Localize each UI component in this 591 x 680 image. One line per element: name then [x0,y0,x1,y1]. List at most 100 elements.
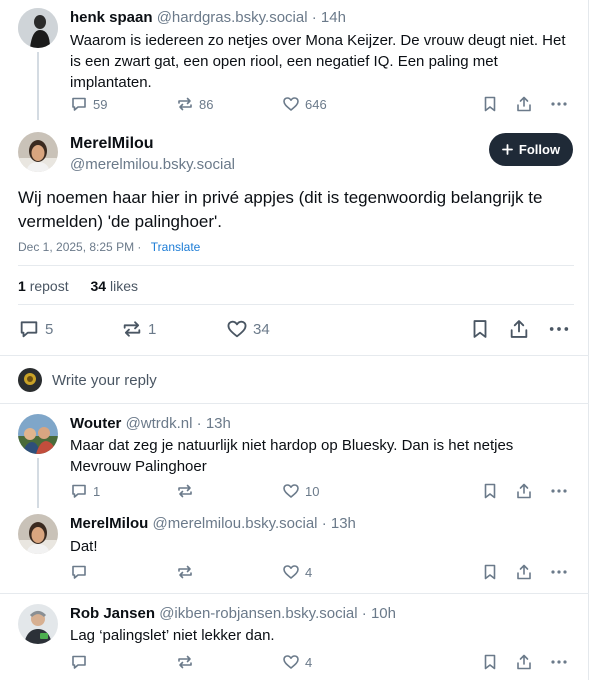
more-button[interactable] [548,316,570,342]
avatar[interactable] [18,132,58,172]
bookmark-icon [484,483,496,499]
post-text: Maar dat zeg je natuurlijk niet hardop o… [70,437,514,475]
post-text: Dat! [70,538,98,555]
post-timestamp: Dec 1, 2025, 8:25 PM [18,240,135,254]
more-button[interactable] [550,561,568,583]
separator: · [361,605,371,622]
follow-label: Follow [518,142,561,157]
like-stat-label[interactable]: likes [110,278,138,294]
like-icon [283,655,299,669]
more-button[interactable] [550,480,568,502]
post-text: Wij noemen haar hier in privé appjes (di… [18,188,543,231]
post-text: Waarom is iedereen zo netjes over Mona K… [70,32,566,91]
reply-icon [72,97,86,111]
post-time[interactable]: 13h [206,415,231,432]
share-button[interactable] [515,651,533,673]
post-actions: 4 [70,651,576,673]
more-icon [549,327,569,331]
author-name[interactable]: MerelMilou [70,515,148,532]
like-button[interactable]: 10 [282,480,319,502]
share-button[interactable] [515,480,533,502]
follow-button[interactable]: Follow [489,133,573,166]
post-time[interactable]: 14h [321,9,346,26]
post-stats: 1 repost 34 likes [18,277,138,295]
repost-button[interactable] [176,480,194,502]
reply-count: 5 [45,320,54,338]
author-name[interactable]: Rob Jansen [70,605,155,622]
author-name[interactable]: henk spaan [70,9,153,26]
reply-icon [72,565,86,579]
share-button[interactable] [508,316,530,342]
repost-count: 1 [148,320,157,338]
like-button[interactable]: 4 [282,561,312,583]
like-button[interactable]: 4 [282,651,312,673]
like-icon [283,484,299,498]
separator: · [137,240,142,254]
post-date: Dec 1, 2025, 8:25 PM · Translate [18,239,200,255]
like-button[interactable]: 34 [226,316,270,342]
avatar[interactable] [18,8,58,48]
post-text: Lag ‘palingslet’ niet lekker dan. [70,627,275,644]
avatar[interactable] [18,604,58,644]
post-time[interactable]: 13h [331,515,356,532]
share-icon [517,654,531,670]
like-count: 4 [305,654,313,670]
like-icon [283,565,299,579]
author-handle[interactable]: @merelmilou.bsky.social [70,155,235,175]
post-time[interactable]: 10h [371,605,396,622]
repost-count: 86 [199,96,214,112]
bookmark-button[interactable] [481,651,499,673]
repost-button[interactable] [176,561,194,583]
repost-icon [178,484,192,498]
like-button[interactable]: 646 [282,93,327,115]
author-name[interactable]: MerelMilou [70,134,154,154]
reply-button[interactable] [70,561,88,583]
author-handle[interactable]: @wtrdk.nl [126,415,193,432]
reply-button[interactable]: 1 [70,480,100,502]
post-actions: 1 10 [70,480,576,502]
share-icon [517,564,531,580]
reply-button[interactable]: 5 [18,316,53,342]
post-header: MerelMilou @merelmilou.bsky.social · 13h [70,514,356,534]
bookmark-button[interactable] [481,480,499,502]
bookmark-button[interactable] [469,316,491,342]
like-icon [283,97,299,111]
repost-button[interactable]: 86 [176,93,213,115]
avatar [18,368,42,392]
bookmark-button[interactable] [481,93,499,115]
post-actions: 4 [70,561,576,583]
reply-composer[interactable]: Write your reply [18,367,157,393]
share-button[interactable] [515,561,533,583]
post-actions: 5 1 34 [18,316,574,342]
repost-stat-label[interactable]: repost [30,278,69,294]
reply-placeholder[interactable]: Write your reply [52,372,157,389]
reply-icon [72,484,86,498]
reply-button[interactable] [70,651,88,673]
repost-button[interactable]: 1 [121,316,156,342]
avatar[interactable] [18,514,58,554]
author-name[interactable]: Wouter [70,415,121,432]
more-button[interactable] [550,651,568,673]
more-button[interactable] [550,93,568,115]
repost-stat-count[interactable]: 1 [18,278,26,294]
author-handle[interactable]: @hardgras.bsky.social [157,9,308,26]
reply-icon [72,655,86,669]
post-header: Wouter @wtrdk.nl · 13h [70,414,231,434]
author-handle[interactable]: @merelmilou.bsky.social [153,515,318,532]
repost-icon [123,321,141,337]
repost-button[interactable] [176,651,194,673]
divider [0,403,589,404]
share-icon [510,320,528,338]
avatar[interactable] [18,414,58,454]
translate-link[interactable]: Translate [151,240,201,254]
plus-icon [502,144,513,155]
divider [0,355,589,356]
like-icon [227,320,247,338]
share-button[interactable] [515,93,533,115]
author-handle[interactable]: @ikben-robjansen.bsky.social [159,605,357,622]
reply-button[interactable]: 59 [70,93,107,115]
bookmark-button[interactable] [481,561,499,583]
more-icon [551,489,567,493]
like-stat-count[interactable]: 34 [91,278,107,294]
thread-line [37,458,39,508]
